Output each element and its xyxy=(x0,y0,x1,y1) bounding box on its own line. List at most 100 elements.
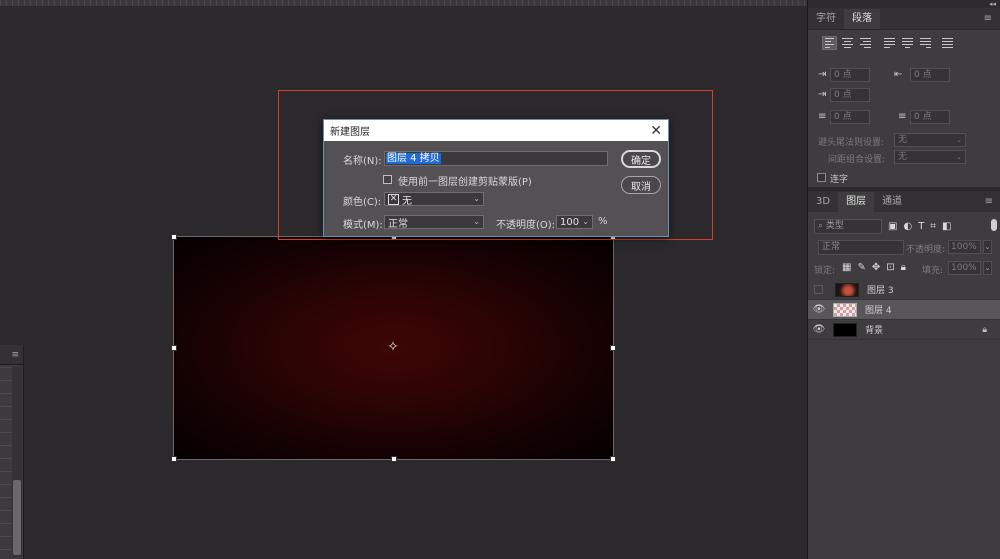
layer-name-value: 图层 4 拷贝 xyxy=(386,153,441,164)
align-center-icon[interactable] xyxy=(840,36,855,50)
layer-thumbnail xyxy=(835,282,859,297)
new-layer-dialog: 新建图层 ✕ 名称(N): 图层 4 拷贝 确定 取消 使用前一图层创建剪贴蒙版… xyxy=(323,119,669,237)
layer-name: 背景 xyxy=(865,326,884,336)
align-left-icon[interactable] xyxy=(822,36,837,50)
space-before-field[interactable]: 0 点 xyxy=(830,110,870,124)
color-label: 颜色(C): xyxy=(343,197,382,208)
transform-handle[interactable] xyxy=(610,345,616,351)
justify-last-center-icon[interactable] xyxy=(900,36,915,50)
chevron-down-icon: ⌄ xyxy=(956,153,962,161)
space-before-icon: ≡ xyxy=(818,111,827,122)
layer-kind-select[interactable]: ⌕ 类型 xyxy=(814,218,882,234)
layer-thumbnail xyxy=(833,302,857,317)
eye-icon[interactable]: 👁︎ xyxy=(808,324,830,335)
panel-menu-icon[interactable]: ≡ xyxy=(984,13,992,24)
blend-mode-select[interactable]: 正常 xyxy=(818,240,904,255)
opacity-label: 不透明度: xyxy=(906,245,946,255)
chevron-down-icon: ⌄ xyxy=(473,217,480,226)
fill-label: 填充: xyxy=(922,266,944,276)
search-icon: ⌕ xyxy=(818,220,824,231)
space-after-icon: ≡ xyxy=(898,111,907,122)
justify-last-right-icon[interactable] xyxy=(918,36,933,50)
layer-name-input[interactable]: 图层 4 拷贝 xyxy=(384,151,608,166)
color-select[interactable]: ✕ 无 ⌄ xyxy=(384,192,484,207)
layer-name: 图层 3 xyxy=(867,286,894,296)
dialog-body: 名称(N): 图层 4 拷贝 确定 取消 使用前一图层创建剪贴蒙版(P) 颜色(… xyxy=(324,141,668,237)
mode-select[interactable]: 正常 ⌄ xyxy=(384,215,484,230)
layer-opacity-field[interactable]: 100% xyxy=(948,240,981,254)
transform-handle[interactable] xyxy=(171,456,177,462)
chevron-down-icon[interactable]: ⌄ xyxy=(582,216,589,228)
justify-last-left-icon[interactable] xyxy=(882,36,897,50)
dialog-title: 新建图层 xyxy=(330,127,370,138)
layer-row[interactable]: 图层 3 xyxy=(808,280,1000,300)
close-icon[interactable]: ✕ xyxy=(650,124,662,138)
left-panel-header: ≡ xyxy=(0,345,23,365)
character-panel-tabs: 字符 段落 ≡ xyxy=(808,8,1000,30)
image-filter-icon[interactable]: ▣ xyxy=(888,221,897,232)
indent-first-line-field[interactable]: 0 点 xyxy=(830,88,870,102)
layer-kind-value: 类型 xyxy=(825,220,844,231)
name-label: 名称(N): xyxy=(343,156,382,167)
hyphenate-label: 连字 xyxy=(830,175,849,185)
lock-all-icon[interactable]: 🔒︎ xyxy=(901,262,906,273)
kinsoku-label: 避头尾法则设置: xyxy=(818,138,885,148)
panel-menu-icon[interactable]: ≡ xyxy=(985,196,993,207)
layer-name: 图层 4 xyxy=(865,306,892,316)
tab-paragraph[interactable]: 段落 xyxy=(844,9,880,29)
dialog-title-bar[interactable]: 新建图层 ✕ xyxy=(324,120,668,141)
visibility-toggle[interactable] xyxy=(814,285,823,294)
opacity-field[interactable]: 100 ⌄ xyxy=(556,215,593,229)
panel-menu-icon[interactable]: ≡ xyxy=(11,350,19,360)
tab-channels[interactable]: 通道 xyxy=(874,192,910,212)
lock-icons: ▦ ✎ ✥ ⊡ 🔒︎ xyxy=(842,262,906,273)
mojikumi-value: 无 xyxy=(898,152,908,162)
right-panel-dock: ◂◂ 字符 段落 ≡ ⇥ 0 点 ⇤ 0 点 ⇥ 0 点 ≡ 0 点 ≡ 0 点… xyxy=(807,0,1000,559)
transform-handle[interactable] xyxy=(610,456,616,462)
justify-all-icon[interactable] xyxy=(940,36,955,50)
adjustment-filter-icon[interactable]: ◐ xyxy=(903,221,912,232)
align-right-icon[interactable] xyxy=(858,36,873,50)
kinsoku-value: 无 xyxy=(898,135,908,145)
color-value: 无 xyxy=(402,195,412,207)
transform-handle[interactable] xyxy=(171,234,177,240)
paragraph-align-buttons xyxy=(808,30,1000,50)
lock-icon: 🔒︎ xyxy=(982,324,987,335)
tab-layers[interactable]: 图层 xyxy=(838,192,875,212)
kinsoku-select[interactable]: 无 ⌄ xyxy=(894,133,966,147)
chevron-down-icon[interactable]: ⌄ xyxy=(983,261,992,275)
left-panel-list xyxy=(0,367,12,557)
no-color-icon: ✕ xyxy=(388,193,399,205)
indent-left-field[interactable]: 0 点 xyxy=(830,68,870,82)
fill-field[interactable]: 100% xyxy=(948,261,981,275)
tab-3d[interactable]: 3D xyxy=(808,192,838,212)
ok-button[interactable]: 确定 xyxy=(621,150,661,168)
tab-character[interactable]: 字符 xyxy=(808,9,844,29)
layers-panel-tabs: 3D 图层 通道 ≡ xyxy=(808,191,1000,212)
left-panel-scroll-thumb[interactable] xyxy=(13,480,21,555)
transform-handle[interactable] xyxy=(391,456,397,462)
type-filter-icon[interactable]: T xyxy=(918,221,924,232)
eye-icon[interactable]: 👁︎ xyxy=(808,304,830,315)
shape-filter-icon[interactable]: ⌗ xyxy=(930,221,936,232)
smart-object-filter-icon[interactable]: ◧ xyxy=(942,221,951,232)
indent-right-field[interactable]: 0 点 xyxy=(910,68,950,82)
lock-artboard-icon[interactable]: ⊡ xyxy=(886,262,894,273)
lock-transparent-icon[interactable]: ▦ xyxy=(842,262,851,273)
panel-collapse-bar[interactable]: ◂◂ xyxy=(808,0,1000,8)
chevron-down-icon[interactable]: ⌄ xyxy=(983,240,992,254)
indent-left-icon: ⇥ xyxy=(818,69,827,80)
mojikumi-select[interactable]: 无 ⌄ xyxy=(894,150,966,164)
transform-handle[interactable] xyxy=(171,345,177,351)
layer-row[interactable]: 👁︎ 图层 4 xyxy=(808,300,1000,320)
lock-paint-icon[interactable]: ✎ xyxy=(857,262,865,273)
cancel-button[interactable]: 取消 xyxy=(621,176,661,194)
filter-toggle[interactable] xyxy=(991,219,997,231)
clip-mask-checkbox[interactable] xyxy=(383,175,392,184)
transform-center-icon[interactable]: ✧ xyxy=(386,340,400,354)
space-after-field[interactable]: 0 点 xyxy=(910,110,950,124)
lock-position-icon[interactable]: ✥ xyxy=(872,262,880,273)
opacity-unit: % xyxy=(598,216,608,227)
layer-row[interactable]: 👁︎ 背景 🔒︎ xyxy=(808,320,1000,340)
hyphenate-checkbox[interactable] xyxy=(817,173,826,182)
